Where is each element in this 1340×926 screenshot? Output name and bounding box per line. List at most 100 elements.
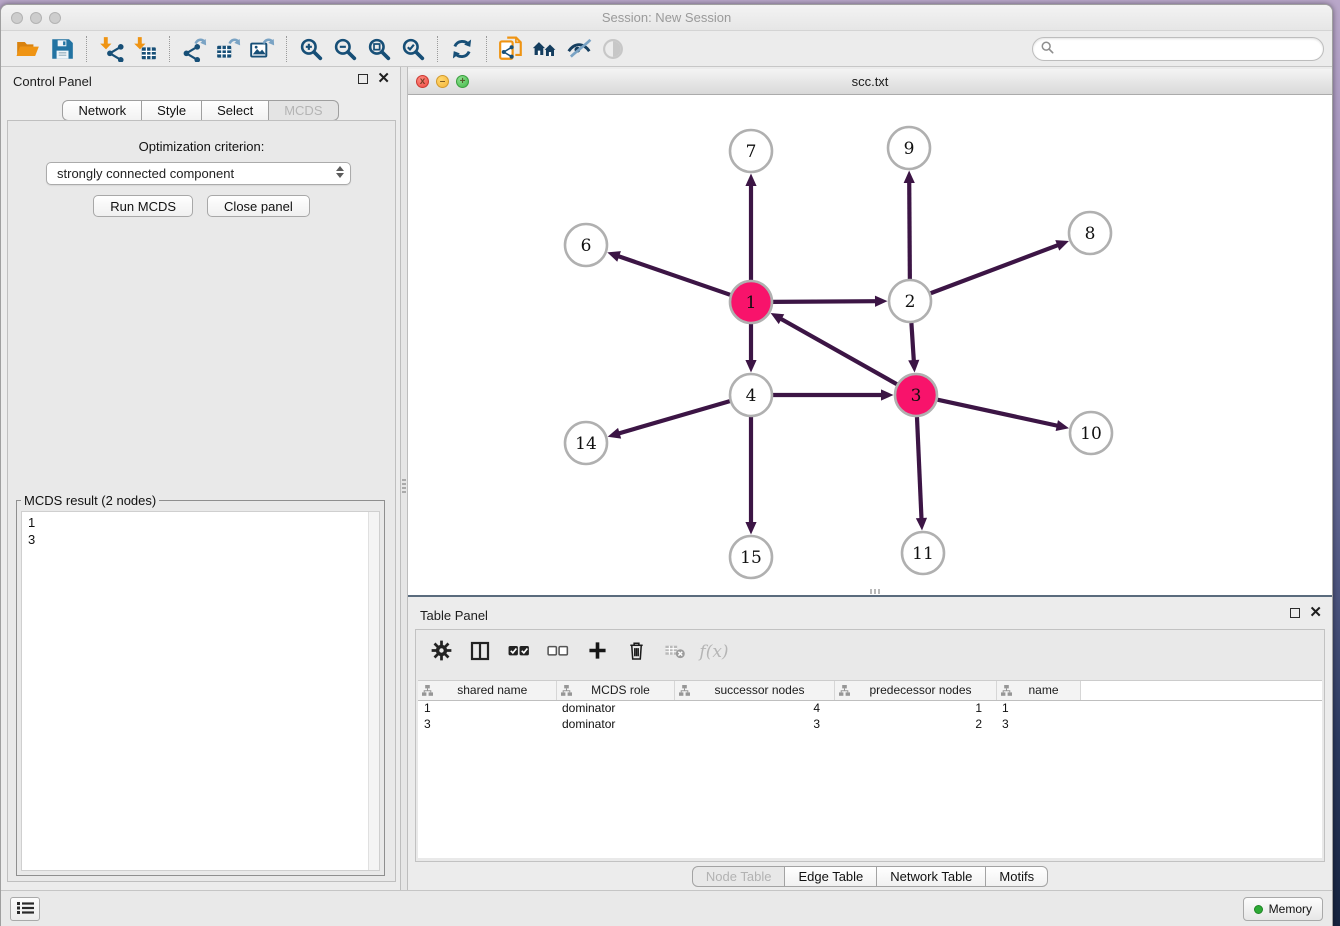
export-image-button[interactable] [245, 34, 279, 64]
graph-node-14[interactable]: 14 [565, 422, 607, 464]
zoom-fit-button[interactable] [362, 34, 396, 64]
network-graph[interactable]: 7 9 6 8 1 2 4 3 14 10 15 11 [408, 95, 1333, 596]
search-input[interactable] [1059, 39, 1323, 59]
graph-edge-2-8[interactable] [931, 240, 1069, 293]
table-cell[interactable]: 3 [674, 716, 834, 732]
result-scrollbar[interactable] [368, 512, 379, 870]
graph-node-1[interactable]: 1 [730, 281, 772, 323]
table-cell[interactable]: 4 [674, 700, 834, 716]
tab-node-table[interactable]: Node Table [692, 866, 786, 887]
control-panel-title: Control Panel [13, 74, 92, 89]
graph-edge-1-2[interactable] [773, 296, 888, 307]
graph-node-8[interactable]: 8 [1069, 212, 1111, 254]
import-network-button[interactable] [94, 34, 128, 64]
mcds-result-title: MCDS result (2 nodes) [21, 493, 159, 508]
table-cell[interactable]: 1 [418, 700, 556, 716]
table-cell[interactable]: 1 [996, 700, 1080, 716]
canvas-resize-grip[interactable] [870, 589, 882, 594]
tab-select[interactable]: Select [202, 100, 269, 121]
graph-node-7[interactable]: 7 [730, 130, 772, 172]
mcds-result-lines: 13 [28, 514, 365, 548]
graph-node-10[interactable]: 10 [1070, 412, 1112, 454]
delete-column-button[interactable] [621, 637, 651, 667]
mcds-result-line: 3 [28, 531, 365, 548]
zoom-out-button[interactable] [328, 34, 362, 64]
graph-node-4[interactable]: 4 [730, 374, 772, 416]
float-panel-icon[interactable] [358, 74, 368, 84]
main-toolbar [1, 32, 1332, 67]
graph-node-3[interactable]: 3 [895, 374, 937, 416]
graph-edge-3-10[interactable] [937, 400, 1069, 431]
graph-node-15[interactable]: 15 [730, 536, 772, 578]
export-table-button[interactable] [211, 34, 245, 64]
memory-button[interactable]: Memory [1243, 897, 1323, 921]
table-settings-button[interactable] [426, 637, 456, 667]
column-header-MCDS-role[interactable]: MCDS role [556, 681, 674, 700]
close-panel-button[interactable]: Close panel [207, 195, 310, 217]
mcds-result-area[interactable]: 13 [21, 511, 380, 871]
splitter-grip[interactable] [402, 479, 406, 495]
table-cell[interactable]: dominator [556, 716, 674, 732]
table-cell[interactable]: 2 [834, 716, 996, 732]
save-session-button[interactable] [45, 34, 79, 64]
table-row[interactable]: 3dominator323 [418, 716, 1322, 732]
graph-node-6[interactable]: 6 [565, 224, 607, 266]
graph-edge-3-11[interactable] [916, 417, 927, 531]
close-panel-icon[interactable]: ✕ [377, 74, 390, 84]
run-mcds-button[interactable]: Run MCDS [93, 195, 193, 217]
table-float-panel-icon[interactable] [1290, 608, 1300, 618]
column-header-shared-name[interactable]: shared name [418, 681, 556, 700]
graph-node-label: 11 [912, 544, 934, 564]
column-header-name[interactable]: name [996, 681, 1080, 700]
column-header-predecessor-nodes[interactable]: predecessor nodes [834, 681, 996, 700]
zoom-selected-button[interactable] [396, 34, 430, 64]
toolbar-separator [486, 36, 487, 62]
home-button[interactable] [528, 34, 562, 64]
open-session-button[interactable] [11, 34, 45, 64]
column-header-successor-nodes[interactable]: successor nodes [674, 681, 834, 700]
graph-edge-4-15[interactable] [745, 417, 756, 535]
graph-edge-4-3[interactable] [773, 389, 894, 400]
import-table-button[interactable] [128, 34, 162, 64]
tab-mcds[interactable]: MCDS [269, 100, 338, 121]
graph-edge-1-4[interactable] [745, 324, 756, 373]
import-network-icon [98, 36, 124, 62]
network-canvas[interactable]: 7 9 6 8 1 2 4 3 14 10 15 11 [408, 95, 1332, 595]
criterion-select[interactable]: strongly connected component [46, 162, 351, 185]
vertical-splitter[interactable] [400, 67, 408, 890]
table-cell[interactable]: 1 [834, 700, 996, 716]
tab-edge-table[interactable]: Edge Table [785, 866, 877, 887]
select-all-button[interactable] [504, 637, 534, 667]
table-cell[interactable]: 3 [418, 716, 556, 732]
export-network-button[interactable] [177, 34, 211, 64]
graph-node-9[interactable]: 9 [888, 127, 930, 169]
table-cell[interactable]: 3 [996, 716, 1080, 732]
graph-edge-1-6[interactable] [607, 251, 730, 295]
tab-network-table[interactable]: Network Table [877, 866, 986, 887]
table-row[interactable]: 1dominator411 [418, 700, 1322, 716]
export-table-icon [215, 36, 241, 62]
zoom-in-button[interactable] [294, 34, 328, 64]
graph-edge-1-7[interactable] [745, 174, 756, 281]
graph-edge-3-1[interactable] [771, 313, 897, 384]
graph-edge-2-3[interactable] [908, 323, 919, 373]
show-columns-button[interactable] [465, 637, 495, 667]
graph-node-11[interactable]: 11 [902, 532, 944, 574]
task-history-button[interactable] [10, 897, 40, 921]
table-close-panel-icon[interactable]: ✕ [1309, 608, 1322, 618]
duplicate-network-button[interactable] [494, 34, 528, 64]
graph-edge-2-9[interactable] [904, 170, 915, 279]
refresh-button[interactable] [445, 34, 479, 64]
graph-node-2[interactable]: 2 [889, 280, 931, 322]
style-preview-icon [566, 36, 592, 62]
tab-style[interactable]: Style [142, 100, 202, 121]
table-cell[interactable]: dominator [556, 700, 674, 716]
titlebar: Session: New Session [1, 5, 1332, 31]
tab-network[interactable]: Network [62, 100, 142, 121]
style-preview-button[interactable] [562, 34, 596, 64]
graphics-details-button[interactable] [596, 34, 630, 64]
tab-motifs[interactable]: Motifs [986, 866, 1048, 887]
add-column-button[interactable] [582, 637, 612, 667]
deselect-all-button[interactable] [543, 637, 573, 667]
graph-edge-4-14[interactable] [608, 401, 730, 438]
